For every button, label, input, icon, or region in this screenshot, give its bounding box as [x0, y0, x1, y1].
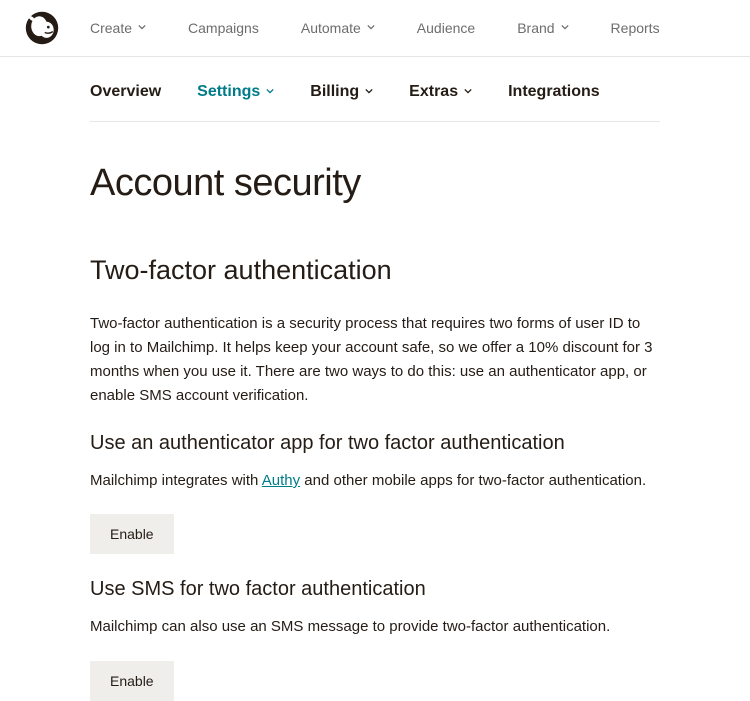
authy-link[interactable]: Authy [262, 472, 300, 489]
subnav-integrations[interactable]: Integrations [508, 83, 600, 101]
authapp-desc-prefix: Mailchimp integrates with [90, 472, 262, 489]
twofa-heading: Two-factor authentication [90, 255, 660, 286]
sms-heading: Use SMS for two factor authentication [90, 578, 660, 601]
subnav-label: Overview [90, 83, 161, 101]
nav-label: Reports [611, 20, 660, 36]
authapp-desc-suffix: and other mobile apps for two-factor aut… [300, 472, 646, 489]
subnav-settings[interactable]: Settings [197, 83, 274, 101]
subnav-overview[interactable]: Overview [90, 83, 161, 101]
account-subnav: Overview Settings Billing Extras Integra… [90, 83, 660, 122]
nav-brand[interactable]: Brand [517, 20, 568, 36]
top-bar: Create Campaigns Automate Audience Brand… [0, 0, 750, 57]
nav-label: Create [90, 20, 132, 36]
authapp-heading: Use an authenticator app for two factor … [90, 432, 660, 455]
subnav-extras[interactable]: Extras [409, 83, 472, 101]
subnav-billing[interactable]: Billing [310, 83, 373, 101]
subnav-label: Billing [310, 83, 359, 101]
nav-label: Campaigns [188, 20, 259, 36]
subnav-label: Settings [197, 83, 260, 101]
subnav-label: Integrations [508, 83, 600, 101]
content-area: Overview Settings Billing Extras Integra… [0, 57, 660, 701]
enable-authapp-button[interactable]: Enable [90, 514, 174, 554]
top-nav: Create Campaigns Automate Audience Brand… [90, 20, 660, 36]
nav-create[interactable]: Create [90, 20, 146, 36]
authapp-description: Mailchimp integrates with Authy and othe… [90, 469, 660, 492]
chevron-down-icon [561, 24, 569, 32]
mailchimp-logo[interactable] [24, 10, 60, 46]
nav-label: Brand [517, 20, 554, 36]
chevron-down-icon [367, 24, 375, 32]
nav-reports[interactable]: Reports [611, 20, 660, 36]
enable-sms-button[interactable]: Enable [90, 661, 174, 701]
chevron-down-icon [464, 88, 472, 96]
chevron-down-icon [138, 24, 146, 32]
nav-label: Audience [417, 20, 475, 36]
nav-automate[interactable]: Automate [301, 20, 375, 36]
page-title: Account security [90, 162, 660, 205]
twofa-description: Two-factor authentication is a security … [90, 312, 660, 408]
nav-campaigns[interactable]: Campaigns [188, 20, 259, 36]
nav-label: Automate [301, 20, 361, 36]
chevron-down-icon [266, 88, 274, 96]
subnav-label: Extras [409, 83, 458, 101]
nav-audience[interactable]: Audience [417, 20, 475, 36]
chevron-down-icon [365, 88, 373, 96]
sms-description: Mailchimp can also use an SMS message to… [90, 615, 660, 638]
